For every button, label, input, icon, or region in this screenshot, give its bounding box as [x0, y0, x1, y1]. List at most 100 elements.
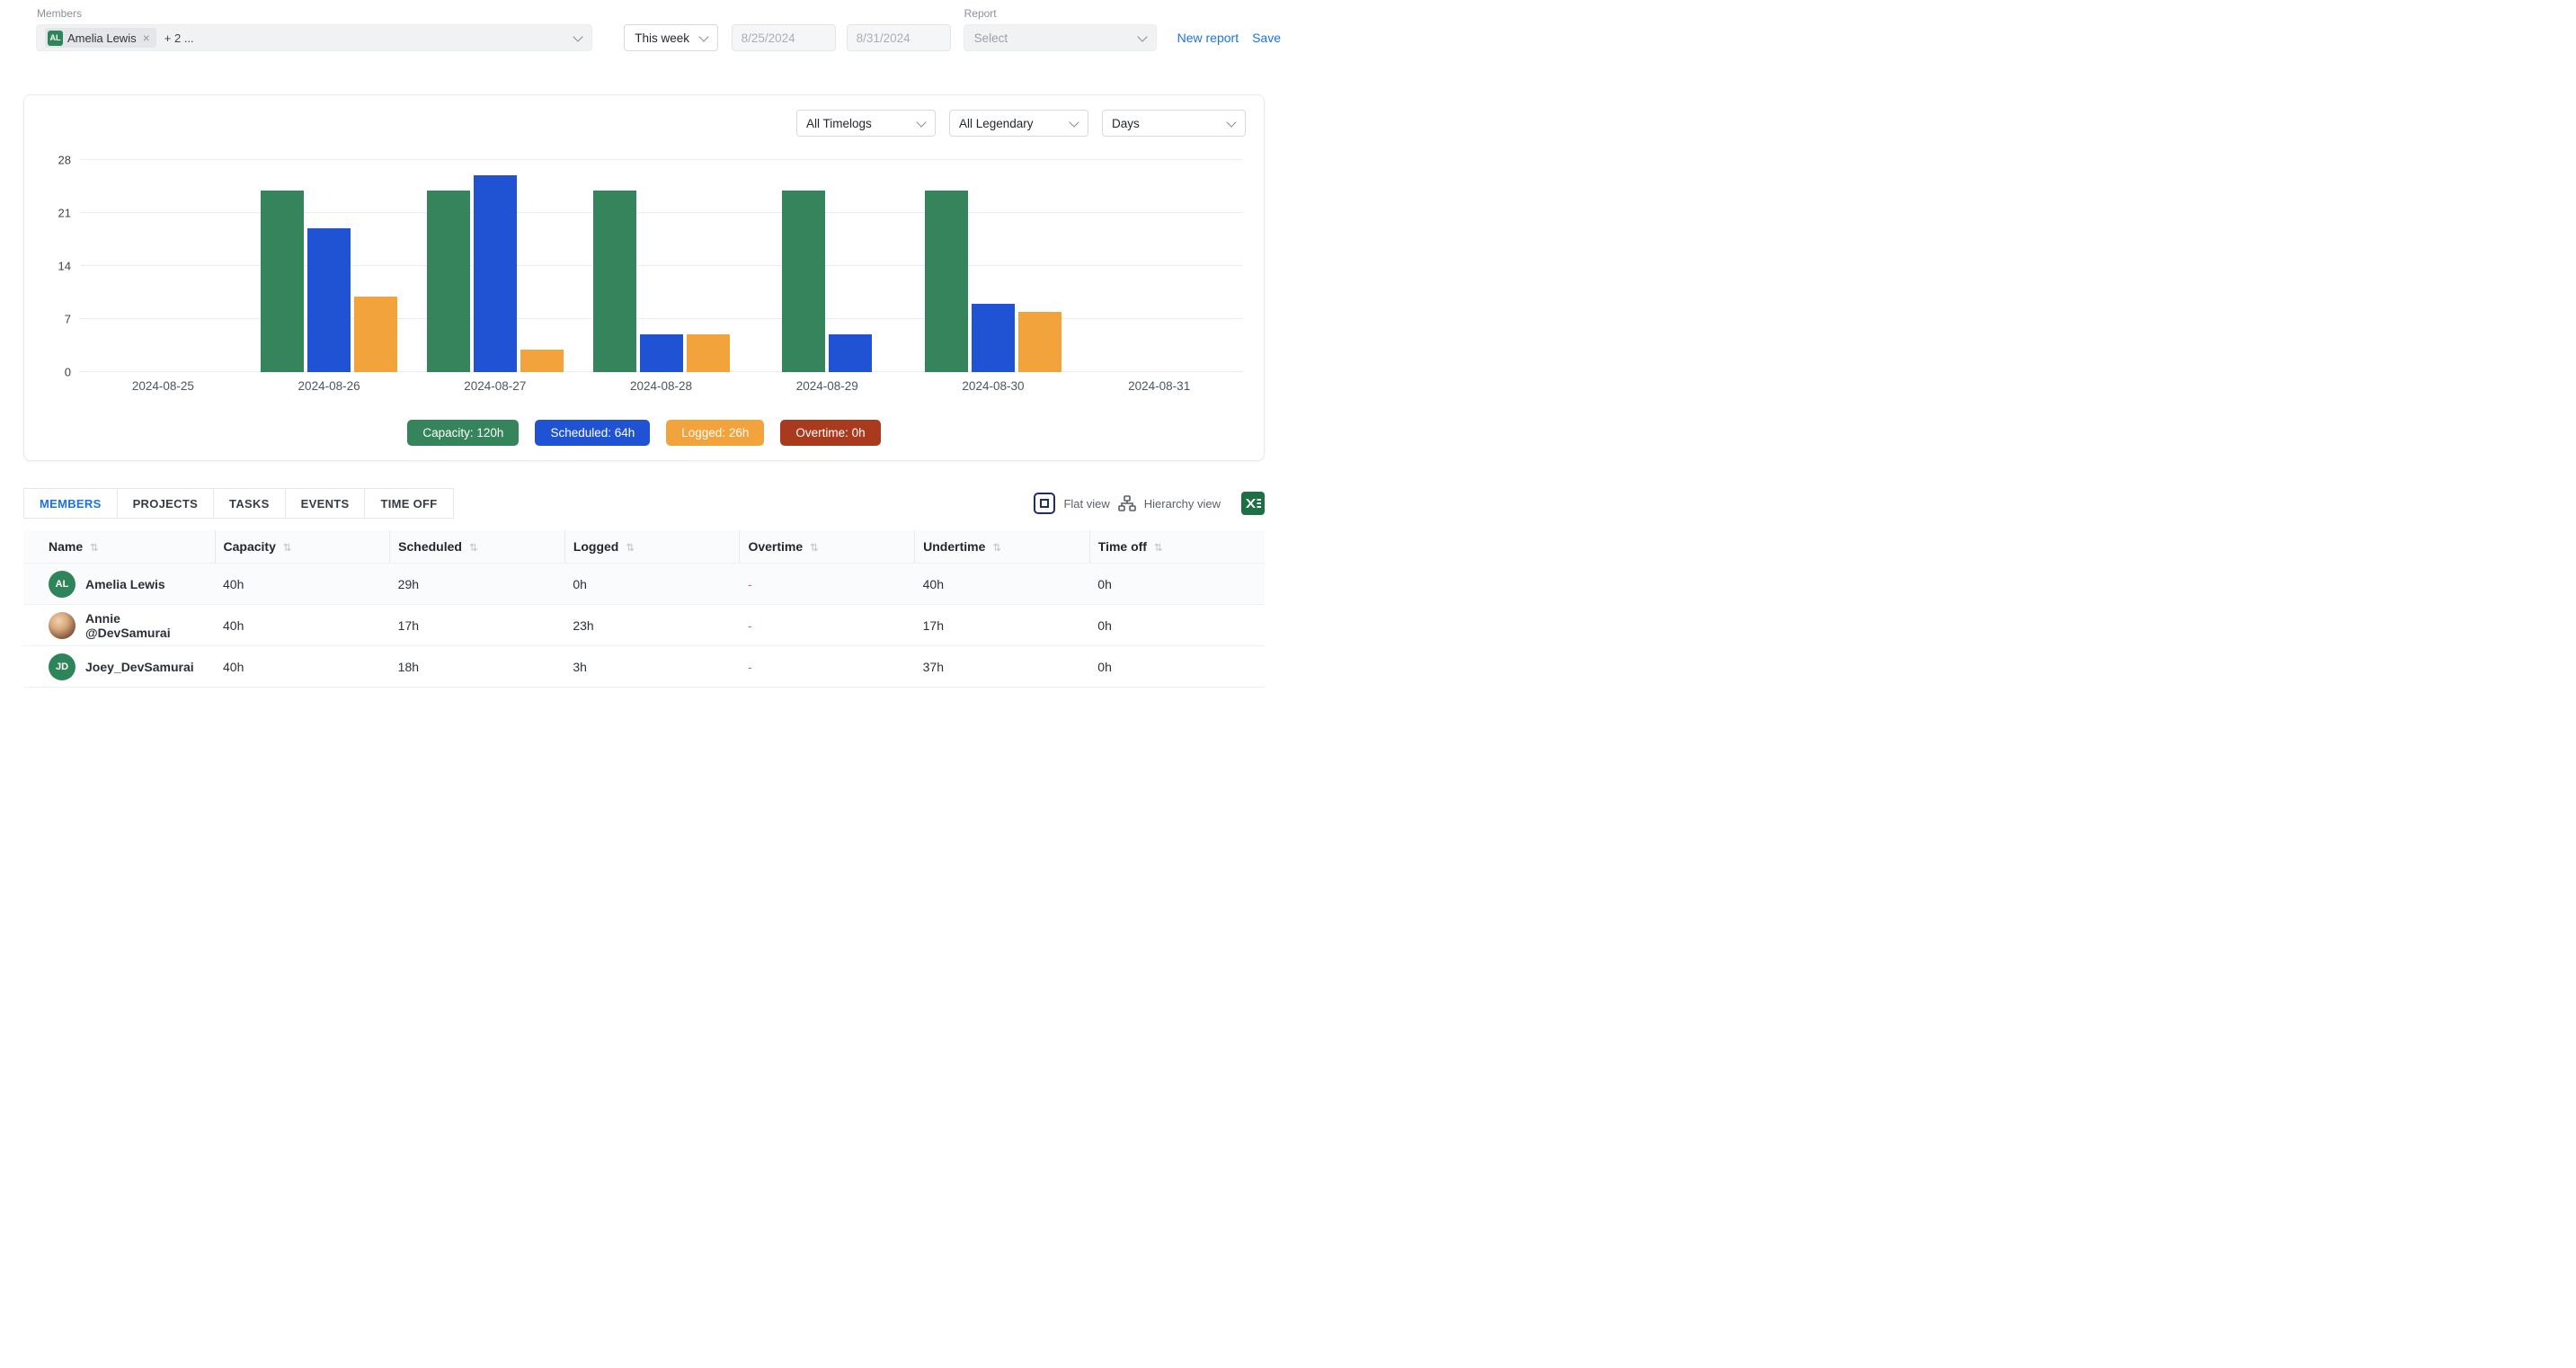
member-name: Amelia Lewis: [85, 577, 165, 591]
bar-scheduled[interactable]: [829, 334, 872, 372]
y-tick-label: 14: [42, 260, 71, 273]
chart-bars: [80, 160, 1242, 372]
chevron-down-icon: [698, 31, 708, 41]
legend-scheduled[interactable]: Scheduled: 64h: [535, 420, 650, 446]
excel-icon: [1241, 492, 1265, 515]
bar-logged[interactable]: [520, 350, 564, 372]
bar-scheduled[interactable]: [307, 228, 351, 372]
tab-members[interactable]: MEMBERS: [23, 488, 118, 519]
cell-capacity: 40h: [215, 564, 390, 605]
chip-member-name: Amelia Lewis: [67, 31, 137, 45]
column-header-overtime[interactable]: Overtime⇅: [740, 530, 915, 564]
bar-scheduled[interactable]: [474, 175, 517, 372]
tab-tasks[interactable]: TASKS: [213, 488, 286, 519]
hierarchy-view-label: Hierarchy view: [1144, 497, 1221, 511]
bar-group: [910, 160, 1077, 372]
cell-capacity: 40h: [215, 646, 390, 688]
hierarchy-view-icon: [1118, 495, 1136, 511]
tab-events[interactable]: EVENTS: [285, 488, 366, 519]
members-select[interactable]: AL Amelia Lewis × + 2 ...: [36, 24, 592, 51]
week-select-value: This week: [635, 31, 689, 45]
column-header-name[interactable]: Name ⇅: [23, 530, 215, 564]
chevron-down-icon: [573, 31, 583, 41]
y-tick-label: 28: [42, 154, 71, 167]
bar-group: [744, 160, 910, 372]
bar-group: [246, 160, 413, 372]
bar-group: [80, 160, 246, 372]
cell-logged: 0h: [564, 564, 740, 605]
chart-x-labels: 2024-08-252024-08-262024-08-272024-08-28…: [80, 379, 1242, 393]
x-tick-label: 2024-08-25: [80, 379, 246, 393]
bar-group: [1076, 160, 1242, 372]
save-link[interactable]: Save: [1252, 31, 1281, 45]
legend-logged[interactable]: Logged: 26h: [666, 420, 764, 446]
bar-capacity[interactable]: [925, 191, 968, 372]
date-from-input[interactable]: [732, 24, 836, 51]
flat-view-icon: [1040, 499, 1049, 508]
column-header-timeoff[interactable]: Time off ⇅: [1089, 530, 1265, 564]
avatar: AL: [49, 571, 76, 598]
column-label: Time off: [1098, 539, 1147, 554]
chevron-down-icon: [1137, 31, 1147, 41]
sort-icon: ⇅: [626, 543, 635, 554]
cell-capacity: 40h: [215, 605, 390, 646]
tab-projects[interactable]: PROJECTS: [117, 488, 214, 519]
chip-avatar: AL: [48, 31, 63, 46]
bar-capacity[interactable]: [782, 191, 825, 372]
column-label: Capacity: [224, 539, 276, 554]
y-tick-label: 0: [42, 366, 71, 379]
bar-logged[interactable]: [687, 334, 730, 372]
date-to-input[interactable]: [847, 24, 951, 51]
bar-logged[interactable]: [354, 297, 397, 372]
table-row[interactable]: Annie @DevSamurai 40h 17h 23h - 17h 0h: [23, 605, 1265, 646]
member-chip[interactable]: AL Amelia Lewis ×: [45, 28, 156, 48]
sort-icon: ⇅: [90, 543, 99, 554]
x-tick-label: 2024-08-28: [578, 379, 744, 393]
bar-scheduled[interactable]: [972, 304, 1015, 372]
cell-timeoff: 0h: [1089, 605, 1265, 646]
week-range-select[interactable]: This week: [624, 24, 717, 51]
tab-timeoff[interactable]: TIME OFF: [364, 488, 453, 519]
table-row[interactable]: JD Joey_DevSamurai 40h 18h 3h - 37h 0h: [23, 646, 1265, 688]
bar-capacity[interactable]: [427, 191, 470, 372]
cell-logged: 23h: [564, 605, 740, 646]
bar-logged[interactable]: [1018, 312, 1061, 372]
column-label: Name: [49, 539, 83, 554]
cell-undertime: 37h: [915, 646, 1090, 688]
filter-legendary[interactable]: All Legendary: [949, 110, 1088, 137]
flat-view-toggle[interactable]: [1034, 493, 1055, 514]
chevron-down-icon: [916, 117, 926, 127]
sort-icon: ⇅: [810, 543, 819, 554]
sort-icon: ⇅: [469, 543, 478, 554]
column-header-capacity[interactable]: Capacity⇅: [215, 530, 390, 564]
cell-scheduled: 17h: [390, 605, 565, 646]
column-header-logged[interactable]: Logged⇅: [564, 530, 740, 564]
chip-remove-icon[interactable]: ×: [143, 31, 150, 45]
report-select-placeholder: Select: [974, 31, 1008, 45]
column-header-scheduled[interactable]: Scheduled⇅: [390, 530, 565, 564]
bar-scheduled[interactable]: [640, 334, 683, 372]
bar-capacity[interactable]: [593, 191, 636, 372]
table-row[interactable]: AL Amelia Lewis 40h 29h 0h - 40h 0h: [23, 564, 1265, 605]
chart-plot-area: 07142128: [80, 160, 1242, 372]
column-header-undertime[interactable]: Undertime⇅: [915, 530, 1090, 564]
cell-undertime: 40h: [915, 564, 1090, 605]
hierarchy-view-toggle[interactable]: [1118, 495, 1136, 511]
cell-name: Annie @DevSamurai: [23, 605, 215, 646]
cell-overtime: -: [740, 564, 915, 605]
member-name: Annie @DevSamurai: [85, 611, 207, 640]
filter-granularity[interactable]: Days: [1102, 110, 1246, 137]
new-report-link[interactable]: New report: [1177, 31, 1239, 45]
legend-capacity[interactable]: Capacity: 120h: [407, 420, 519, 446]
bar-capacity[interactable]: [261, 191, 304, 372]
legend-overtime[interactable]: Overtime: 0h: [780, 420, 880, 446]
filter-timelogs[interactable]: All Timelogs: [796, 110, 936, 137]
cell-scheduled: 18h: [390, 646, 565, 688]
members-more-count: + 2 ...: [164, 31, 194, 45]
sort-icon: ⇅: [1154, 543, 1163, 554]
filter-granularity-value: Days: [1112, 117, 1140, 130]
y-tick-label: 21: [42, 207, 71, 220]
excel-export-button[interactable]: [1241, 492, 1265, 515]
chart-card: All Timelogs All Legendary Days 07142128…: [23, 94, 1265, 461]
report-select[interactable]: Select: [964, 24, 1157, 51]
